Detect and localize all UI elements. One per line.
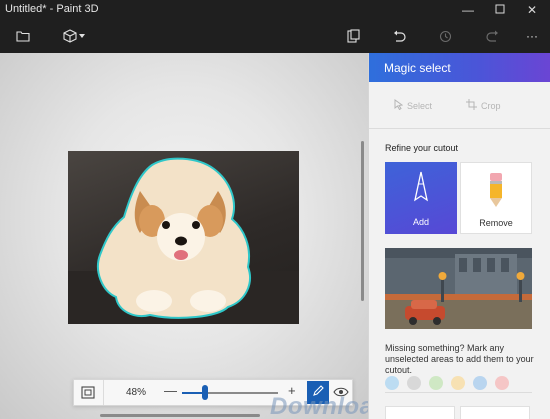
crop-tool-button[interactable]: Crop — [466, 99, 501, 112]
swatch-5[interactable] — [473, 376, 487, 390]
hint-text: Missing something? Mark any unselected a… — [385, 343, 534, 375]
close-button[interactable]: ✕ — [516, 0, 548, 20]
crop-tool-label: Crop — [481, 100, 501, 111]
remove-button[interactable]: Remove — [460, 162, 532, 234]
paste-icon — [346, 29, 360, 43]
panel-title: Magic select — [384, 61, 451, 75]
fit-to-screen-button[interactable] — [81, 386, 95, 399]
done-button[interactable] — [460, 406, 530, 419]
fit-screen-icon — [81, 386, 95, 403]
back-button[interactable] — [385, 406, 455, 419]
minimize-button[interactable]: — — [452, 0, 484, 20]
app-toolbar: ··· — [0, 20, 550, 53]
magic-select-panel: Magic select Select Crop Refine your cut… — [368, 53, 550, 419]
zoom-separator — [103, 380, 104, 405]
crop-icon — [466, 99, 477, 112]
swatch-6[interactable] — [495, 376, 509, 390]
add-button[interactable]: Add — [385, 162, 457, 234]
history-button[interactable] — [438, 26, 452, 46]
maximize-icon — [495, 3, 505, 17]
remove-label: Remove — [479, 218, 513, 228]
select-tool-button[interactable]: Select — [394, 99, 432, 112]
more-icon: ··· — [526, 29, 538, 43]
title-bar: Untitled* - Paint 3D — ✕ — [0, 0, 550, 20]
canvas-area[interactable]: 48% — + Download — [0, 53, 388, 419]
swatch-2[interactable] — [407, 376, 421, 390]
undo-icon — [393, 30, 406, 43]
view-3d-button[interactable] — [62, 26, 86, 46]
redo-button[interactable] — [485, 26, 499, 46]
eraser-icon — [490, 173, 502, 207]
panel-header: Magic select — [369, 53, 550, 82]
panel-divider — [385, 392, 532, 393]
zoom-slider-thumb[interactable] — [202, 385, 209, 400]
more-button[interactable]: ··· — [524, 26, 540, 46]
maximize-button[interactable] — [484, 0, 516, 20]
swatch-1[interactable] — [385, 376, 399, 390]
panel-tools: Select Crop — [369, 82, 550, 129]
window-title: Untitled* - Paint 3D — [5, 3, 99, 15]
cube-icon — [63, 29, 77, 43]
menu-button[interactable] — [15, 26, 31, 46]
zoom-out-button[interactable]: — — [164, 383, 177, 398]
swatch-3[interactable] — [429, 376, 443, 390]
puppy-photo — [68, 157, 299, 324]
add-label: Add — [412, 217, 429, 227]
close-icon: ✕ — [526, 3, 538, 17]
folder-icon — [16, 30, 30, 42]
refine-label: Refine your cutout — [385, 143, 459, 153]
canvas-image[interactable] — [68, 151, 299, 324]
redo-icon — [485, 30, 499, 43]
zoom-percent: 48% — [126, 387, 147, 398]
select-tool-label: Select — [407, 100, 433, 111]
vertical-scrollbar[interactable] — [361, 141, 364, 301]
tutorial-preview[interactable] — [385, 248, 532, 329]
horizontal-scrollbar[interactable] — [100, 414, 260, 417]
color-swatches — [385, 376, 535, 390]
history-icon — [439, 30, 452, 43]
tutorial-illustration — [385, 248, 532, 329]
swatch-4[interactable] — [451, 376, 465, 390]
cursor-icon — [394, 99, 404, 112]
minimize-icon: — — [462, 3, 474, 17]
paste-button[interactable] — [346, 26, 360, 46]
undo-button[interactable] — [392, 26, 406, 46]
pencil-add-icon — [414, 171, 428, 202]
chevron-down-icon — [79, 34, 85, 38]
